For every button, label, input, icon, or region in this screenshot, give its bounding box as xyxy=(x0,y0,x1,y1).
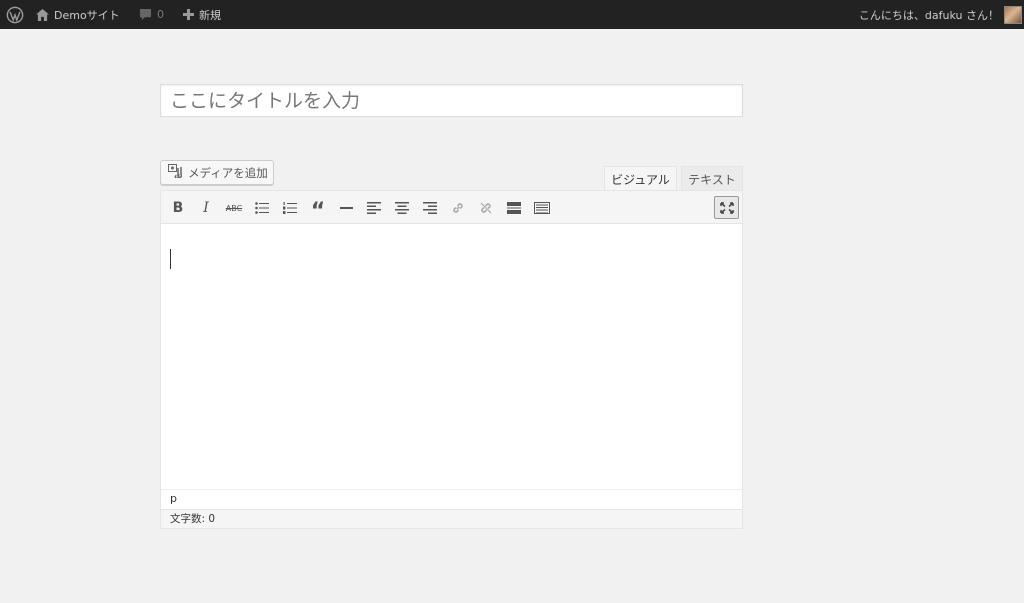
link-icon[interactable] xyxy=(446,196,470,220)
horizontal-rule-icon[interactable] xyxy=(334,196,358,220)
greeting: こんにちは、dafuku さん！ xyxy=(858,8,999,22)
blockquote-icon[interactable]: “ xyxy=(306,196,330,223)
tab-text[interactable]: テキスト xyxy=(681,166,743,191)
unlink-icon[interactable] xyxy=(474,196,498,220)
home-icon xyxy=(36,8,49,21)
add-media-icon xyxy=(168,164,184,181)
bulleted-list-icon[interactable] xyxy=(250,196,274,220)
comment-bubble-icon xyxy=(139,8,152,21)
avatar xyxy=(1004,5,1022,24)
align-center-icon[interactable] xyxy=(390,196,414,220)
text-caret xyxy=(170,249,171,269)
editor-content-area[interactable] xyxy=(161,224,742,489)
word-count: 文字数: 0 xyxy=(161,509,742,528)
align-right-icon[interactable] xyxy=(418,196,442,220)
read-more-icon[interactable] xyxy=(502,196,526,220)
title-input[interactable] xyxy=(161,85,742,116)
my-account[interactable]: こんにちは、dafuku さん！ xyxy=(859,0,1022,29)
editor: B I ABC “ p 文字数: 0 xyxy=(160,190,743,529)
numbered-list-icon[interactable] xyxy=(278,196,302,220)
comments-link[interactable]: 0 xyxy=(139,0,164,29)
tab-visual[interactable]: ビジュアル xyxy=(604,166,677,191)
site-name: Demoサイト xyxy=(54,8,120,22)
align-left-icon[interactable] xyxy=(362,196,386,220)
plus-icon xyxy=(183,9,194,20)
element-path[interactable]: p xyxy=(161,489,742,509)
strikethrough-icon[interactable]: ABC xyxy=(222,196,246,220)
new-label: 新規 xyxy=(199,8,221,22)
add-media-label: メディアを追加 xyxy=(188,165,268,180)
fullscreen-icon[interactable] xyxy=(714,196,739,219)
italic-icon[interactable]: I xyxy=(194,196,218,220)
admin-bar: Demoサイト 0 新規 こんにちは、dafuku さん！ xyxy=(0,0,1024,29)
comments-count: 0 xyxy=(157,8,164,21)
site-link[interactable]: Demoサイト xyxy=(36,0,120,29)
title-field xyxy=(160,84,743,117)
add-media-button[interactable]: メディアを追加 xyxy=(160,160,274,185)
bold-icon[interactable]: B xyxy=(166,196,190,220)
editor-toolbar: B I ABC “ xyxy=(161,191,742,224)
wordpress-logo-icon[interactable] xyxy=(4,0,26,29)
new-content-link[interactable]: 新規 xyxy=(183,0,221,29)
toolbar-toggle-icon[interactable] xyxy=(530,196,554,220)
